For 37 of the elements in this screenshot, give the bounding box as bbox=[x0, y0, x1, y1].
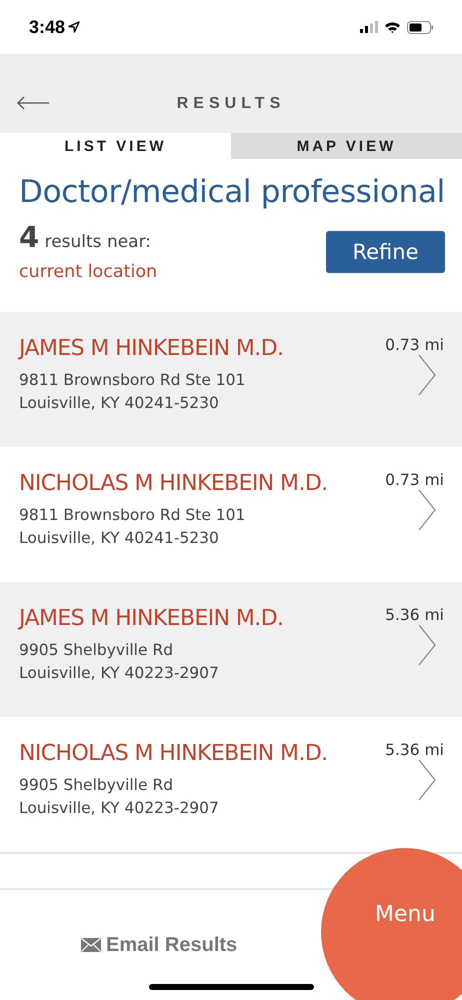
page-title: RESULTS bbox=[176, 94, 286, 112]
result-item[interactable]: JAMES M HINKEBEIN M.D. 9905 Shelbyville Rd Louisville, KY 40223-2907 5.36 mi bbox=[0, 582, 462, 717]
address-line: 9811 Brownsboro Rd Ste 101 bbox=[19, 505, 246, 526]
signal-icon bbox=[360, 21, 378, 33]
address-line: Louisville, KY 40241-5230 bbox=[19, 528, 220, 549]
provider-name: NICHOLAS M HINKEBEIN M.D. bbox=[19, 471, 328, 496]
distance-text: 5.36 mi bbox=[385, 606, 444, 624]
distance-text: 5.36 mi bbox=[385, 741, 444, 759]
chevron-right-icon bbox=[418, 759, 436, 801]
address-line: Louisville, KY 40223-2907 bbox=[19, 663, 220, 684]
provider-name: NICHOLAS M HINKEBEIN M.D. bbox=[19, 741, 328, 766]
address-line: 9905 Shelbyville Rd bbox=[19, 640, 174, 661]
location-arrow-icon bbox=[68, 21, 80, 33]
wifi-icon bbox=[384, 21, 401, 33]
chevron-right-icon bbox=[418, 489, 436, 531]
view-tab[interactable]: MAP VIEW bbox=[231, 133, 462, 159]
refine-button[interactable]: Refine bbox=[326, 231, 445, 273]
email-results-button[interactable]: Email Results bbox=[81, 934, 238, 956]
back-button[interactable] bbox=[16, 96, 50, 110]
chevron-right-icon bbox=[418, 354, 436, 396]
distance-text: 0.73 mi bbox=[385, 471, 444, 489]
distance-text: 0.73 mi bbox=[385, 336, 444, 354]
address-line: Louisville, KY 40241-5230 bbox=[19, 393, 220, 414]
battery-icon bbox=[407, 20, 434, 34]
provider-name: JAMES M HINKEBEIN M.D. bbox=[19, 336, 284, 361]
envelope-icon bbox=[81, 938, 101, 952]
provider-name: JAMES M HINKEBEIN M.D. bbox=[19, 606, 284, 631]
back-arrow-icon bbox=[16, 96, 50, 110]
address-line: Louisville, KY 40223-2907 bbox=[19, 798, 220, 819]
category-heading: Doctor/medical professional bbox=[19, 174, 446, 210]
results-count: 4 results near: bbox=[19, 220, 152, 254]
result-item[interactable]: JAMES M HINKEBEIN M.D. 9811 Brownsboro Rd Ste 101 Louisville, KY 40241-5230 0.73 mi bbox=[0, 312, 462, 447]
clock-time: 3:48 bbox=[29, 16, 66, 38]
chevron-right-icon bbox=[418, 624, 436, 666]
address-line: 9811 Brownsboro Rd Ste 101 bbox=[19, 370, 246, 391]
address-line: 9905 Shelbyville Rd bbox=[19, 775, 174, 796]
location-link[interactable]: current location bbox=[19, 262, 158, 282]
